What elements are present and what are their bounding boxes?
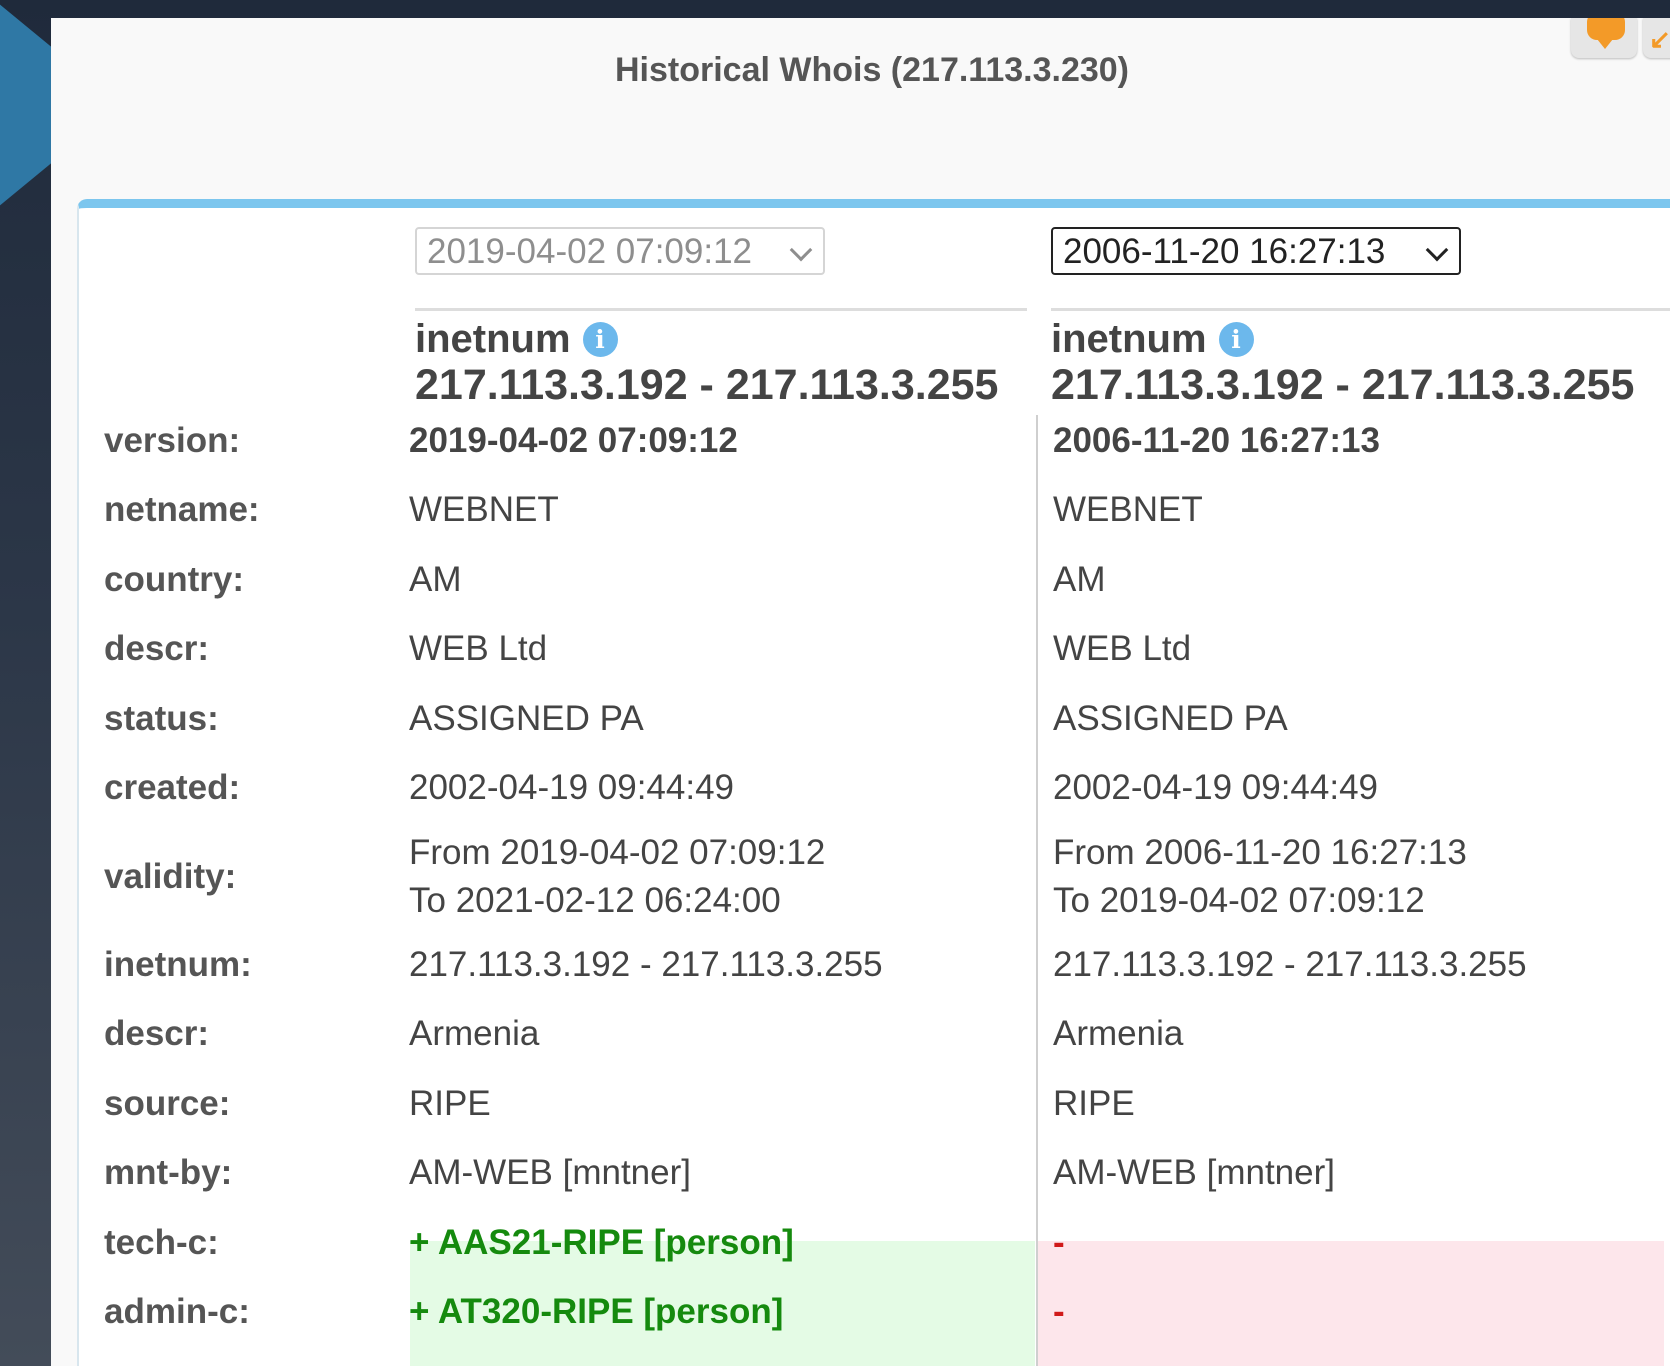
left-value: Armenia <box>409 1014 540 1054</box>
right-value: 2002-04-19 09:44:49 <box>1053 768 1378 808</box>
right-version-select-value: 2006-11-20 16:27:13 <box>1063 232 1386 271</box>
left-object-type: inetnum <box>415 316 571 361</box>
left-column-header: inetnum i 217.113.3.192 - 217.113.3.255 <box>415 316 998 410</box>
whois-fields-table: version: 2019-04-02 07:09:12 2006-11-20 … <box>79 406 1670 1347</box>
speech-bubble-icon <box>1587 18 1625 49</box>
left-validity: From 2019-04-02 07:09:12 To 2021-02-12 0… <box>409 823 825 930</box>
right-object-range: 217.113.3.192 - 217.113.3.255 <box>1051 361 1635 409</box>
field-label: validity: <box>104 856 237 896</box>
field-label: created: <box>104 768 241 808</box>
info-icon[interactable]: i <box>1218 321 1254 357</box>
table-row-inetnum: inetnum: 217.113.3.192 - 217.113.3.255 2… <box>79 930 1670 1000</box>
field-label: admin-c: <box>104 1292 250 1332</box>
right-validity: From 2006-11-20 16:27:13 To 2019-04-02 0… <box>1053 823 1467 930</box>
arrow-icon: ↙ <box>1649 24 1670 54</box>
whois-window: Historical Whois (217.113.3.230) ↙ 2019-… <box>51 18 1670 1366</box>
table-row-created: created: 2002-04-19 09:44:49 2002-04-19 … <box>79 754 1670 824</box>
left-version-select-value: 2019-04-02 07:09:12 <box>427 232 752 271</box>
left-object-range: 217.113.3.192 - 217.113.3.255 <box>415 361 999 409</box>
right-value: 217.113.3.192 - 217.113.3.255 <box>1053 944 1527 984</box>
left-validity-to: To 2021-02-12 06:24:00 <box>409 880 781 920</box>
left-value: WEB Ltd <box>409 629 548 669</box>
right-value: RIPE <box>1053 1083 1135 1123</box>
field-label: tech-c: <box>104 1222 219 1262</box>
field-label: descr: <box>104 629 210 669</box>
right-value: Armenia <box>1053 1014 1184 1054</box>
table-row-version: version: 2019-04-02 07:09:12 2006-11-20 … <box>79 406 1670 476</box>
right-value: WEBNET <box>1053 490 1203 530</box>
field-label: source: <box>104 1083 231 1123</box>
removed-value: - <box>1053 1222 1065 1262</box>
right-value: WEB Ltd <box>1053 629 1192 669</box>
left-value: WEBNET <box>409 490 559 530</box>
left-validity-from: From 2019-04-02 07:09:12 <box>409 832 826 872</box>
table-row-source: source: RIPE RIPE <box>79 1069 1670 1139</box>
right-value: AM <box>1053 559 1106 599</box>
right-value: ASSIGNED PA <box>1053 698 1288 738</box>
collapse-button[interactable]: ↙ <box>1643 18 1670 58</box>
chevron-down-icon <box>789 238 813 262</box>
table-row-validity: validity: From 2019-04-02 07:09:12 To 20… <box>79 823 1670 930</box>
field-label: mnt-by: <box>104 1153 233 1193</box>
field-label: inetnum: <box>104 944 252 984</box>
table-row-netname: netname: WEBNET WEBNET <box>79 476 1670 546</box>
field-label: status: <box>104 698 219 738</box>
right-object-type: inetnum <box>1051 316 1207 361</box>
page-title: Historical Whois (217.113.3.230) <box>614 51 1130 89</box>
added-value: + AT320-RIPE [person] <box>409 1292 784 1332</box>
left-version-select[interactable]: 2019-04-02 07:09:12 <box>415 227 825 275</box>
table-row-admin-c: admin-c: + AT320-RIPE [person] - <box>79 1278 1670 1348</box>
field-label: country: <box>104 559 244 599</box>
left-value: ASSIGNED PA <box>409 698 644 738</box>
right-validity-to: To 2019-04-02 07:09:12 <box>1053 880 1425 920</box>
table-row-status: status: ASSIGNED PA ASSIGNED PA <box>79 684 1670 754</box>
left-value: AM <box>409 559 462 599</box>
right-validity-from: From 2006-11-20 16:27:13 <box>1053 832 1467 872</box>
field-label: version: <box>104 420 241 460</box>
comparison-panel: 2019-04-02 07:09:12 2006-11-20 16:27:13 … <box>77 199 1670 1366</box>
removed-value: - <box>1053 1292 1065 1332</box>
table-row-mnt-by: mnt-by: AM-WEB [mntner] AM-WEB [mntner] <box>79 1139 1670 1209</box>
left-header-rule <box>415 308 1027 311</box>
table-row-tech-c: tech-c: + AAS21-RIPE [person] - <box>79 1208 1670 1278</box>
table-row-country: country: AM AM <box>79 545 1670 615</box>
info-icon[interactable]: i <box>582 321 618 357</box>
left-value: 2019-04-02 07:09:12 <box>409 420 738 460</box>
right-version-select[interactable]: 2006-11-20 16:27:13 <box>1051 227 1461 275</box>
added-value: + AAS21-RIPE [person] <box>409 1222 794 1262</box>
table-row-descr: descr: Armenia Armenia <box>79 1000 1670 1070</box>
right-value: 2006-11-20 16:27:13 <box>1053 420 1380 460</box>
left-value: 217.113.3.192 - 217.113.3.255 <box>409 944 883 984</box>
chevron-down-icon <box>1425 238 1449 262</box>
table-row-descr: descr: WEB Ltd WEB Ltd <box>79 615 1670 685</box>
right-value: AM-WEB [mntner] <box>1053 1153 1335 1193</box>
field-label: descr: <box>104 1014 210 1054</box>
right-header-rule <box>1051 308 1670 311</box>
left-value: 2002-04-19 09:44:49 <box>409 768 734 808</box>
field-label: netname: <box>104 490 260 530</box>
left-value: AM-WEB [mntner] <box>409 1153 691 1193</box>
right-column-header: inetnum i 217.113.3.192 - 217.113.3.255 <box>1051 316 1634 410</box>
comment-button[interactable] <box>1571 18 1637 58</box>
left-value: RIPE <box>409 1083 491 1123</box>
